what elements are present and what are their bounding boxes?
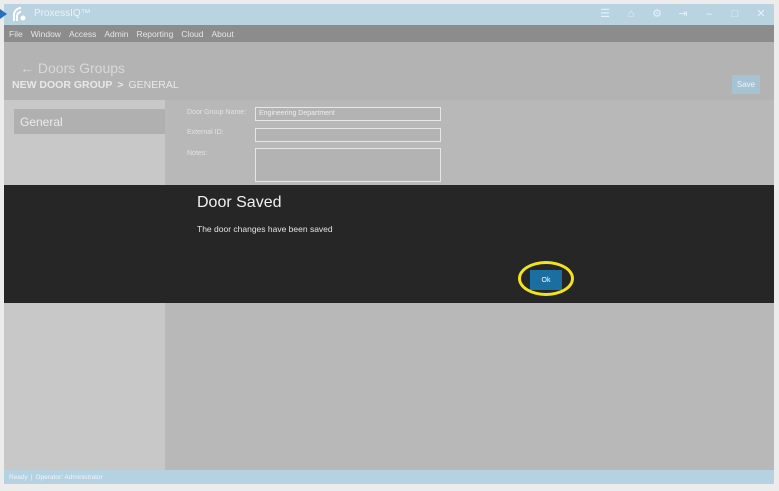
app-title: ProxessIQ™ [34,8,91,19]
menu-icon[interactable]: ☰ [598,7,612,21]
status-state: Ready [9,473,28,481]
maximize-icon[interactable]: □ [728,7,742,21]
menu-cloud[interactable]: Cloud [181,29,203,39]
breadcrumb-separator: > [117,79,124,91]
minimize-icon[interactable]: – [702,7,716,21]
back-link[interactable]: ← Doors Groups [20,60,125,76]
home-icon[interactable]: ⌂ [624,7,638,21]
door-group-name-field[interactable]: Engineering Department [255,107,441,121]
menu-about[interactable]: About [212,29,234,39]
menu-file[interactable]: File [9,29,23,39]
app-window: ProxessIQ™ ☰ ⌂ ⚙ ⇥ – □ ✕ File Window Acc… [4,4,774,484]
ok-highlight-ring [518,261,574,296]
status-divider: | [30,473,33,481]
sidebar-item-general[interactable]: General [14,109,165,134]
breadcrumb: NEW DOOR GROUP > GENERAL [12,79,179,91]
app-logo-icon [13,7,26,21]
gear-icon[interactable]: ⚙ [650,7,664,21]
menu-access[interactable]: Access [69,29,96,39]
menu-bar: File Window Access Admin Reporting Cloud… [4,25,774,42]
close-icon[interactable]: ✕ [754,7,768,21]
save-button[interactable]: Save [732,75,760,94]
notes-field[interactable] [255,148,441,182]
external-id-label: External ID: [187,129,224,136]
dialog-title: Door Saved [197,194,282,211]
title-bar: ProxessIQ™ ☰ ⌂ ⚙ ⇥ – □ ✕ [4,4,774,25]
notes-label: Notes: [187,150,208,157]
status-operator: Operator: Administrator [35,473,103,481]
window-controls: ☰ ⌂ ⚙ ⇥ – □ ✕ [598,7,768,21]
logout-icon[interactable]: ⇥ [676,7,690,21]
breadcrumb-sub: GENERAL [128,79,179,91]
external-id-field[interactable] [255,128,441,142]
menu-window[interactable]: Window [31,29,61,39]
door-saved-dialog: Door Saved The door changes have been sa… [4,185,774,303]
menu-reporting[interactable]: Reporting [136,29,173,39]
dialog-message: The door changes have been saved [197,224,333,234]
pointer-arrow-icon [0,9,7,19]
breadcrumb-main: NEW DOOR GROUP [12,79,113,91]
menu-admin[interactable]: Admin [104,29,128,39]
door-group-name-label: Door Group Name: [187,109,247,116]
status-bar: Ready | Operator: Administrator [4,470,774,484]
